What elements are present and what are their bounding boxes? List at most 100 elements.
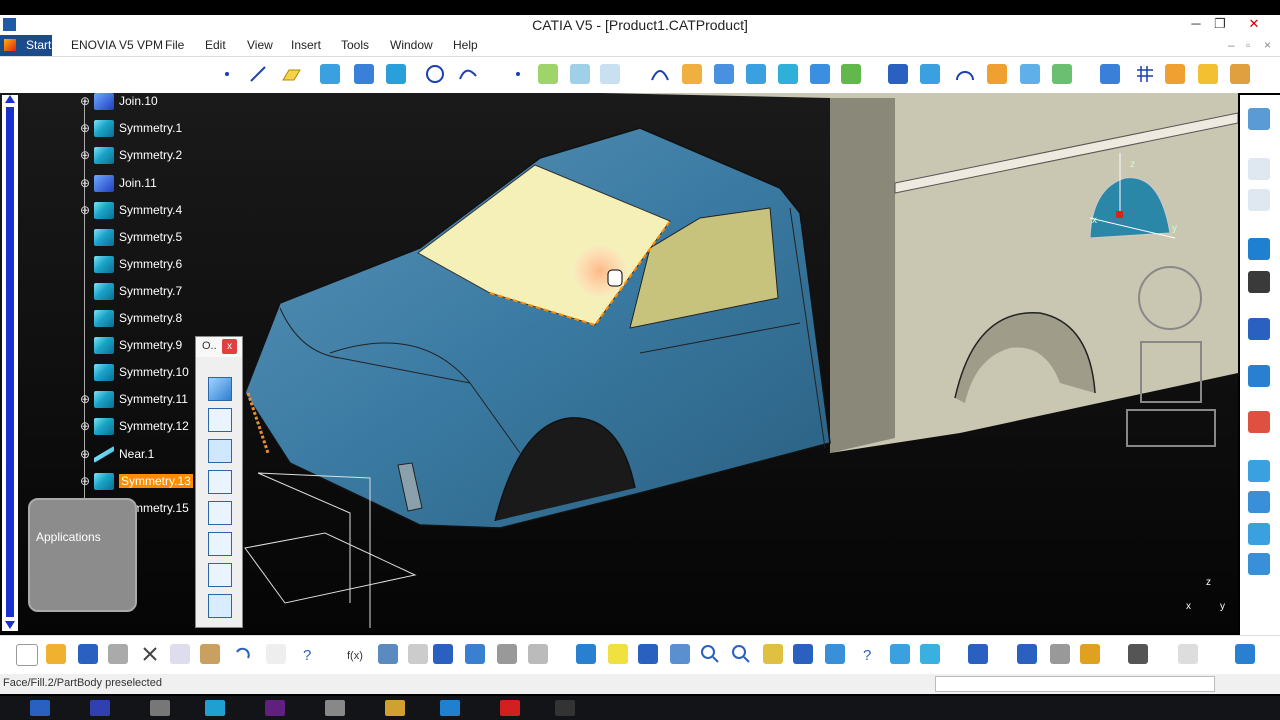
taskbar-app-icon[interactable] bbox=[325, 700, 345, 716]
line-icon[interactable] bbox=[248, 64, 268, 84]
redo-icon[interactable] bbox=[266, 644, 286, 664]
doc-restore-button[interactable]: ▫ bbox=[1246, 38, 1250, 52]
scaling-icon[interactable] bbox=[778, 64, 798, 84]
floating-toolbar-close-button[interactable]: x bbox=[222, 339, 237, 354]
undo-icon[interactable] bbox=[232, 644, 252, 664]
analysis-icon[interactable] bbox=[888, 64, 908, 84]
applications-panel[interactable] bbox=[28, 498, 137, 612]
affinity-icon[interactable] bbox=[810, 64, 830, 84]
bom-icon[interactable] bbox=[1080, 644, 1100, 664]
sweep-icon[interactable] bbox=[1248, 553, 1270, 575]
compass-tool-icon[interactable] bbox=[1248, 271, 1270, 293]
compass-widget[interactable]: z x y bbox=[1080, 153, 1190, 253]
plane-icon[interactable] bbox=[281, 64, 301, 84]
curve-icon[interactable] bbox=[650, 64, 670, 84]
3d-viewport[interactable]: z x y z x y bbox=[0, 93, 1238, 633]
expand-icon[interactable]: ⊕ bbox=[80, 95, 90, 107]
link-icon[interactable] bbox=[408, 644, 428, 664]
curvature-icon[interactable] bbox=[987, 64, 1007, 84]
revolve-icon[interactable] bbox=[354, 64, 374, 84]
constraint-icon[interactable] bbox=[1050, 644, 1070, 664]
hide-show-icon[interactable] bbox=[890, 644, 910, 664]
trim-icon[interactable] bbox=[600, 64, 620, 84]
design-table-icon[interactable] bbox=[465, 644, 485, 664]
zoom-control[interactable] bbox=[1140, 341, 1202, 403]
surface-icon[interactable] bbox=[1248, 460, 1270, 482]
restore-button[interactable]: ❐ bbox=[1207, 15, 1233, 35]
whats-this-icon[interactable]: ? bbox=[298, 644, 318, 664]
doc-minimize-button[interactable]: – bbox=[1228, 38, 1235, 52]
axis-system-icon[interactable] bbox=[528, 644, 548, 664]
comment-icon[interactable] bbox=[378, 644, 398, 664]
manipulate-icon[interactable] bbox=[968, 644, 988, 664]
lock-icon[interactable] bbox=[497, 644, 517, 664]
zoom-in-icon[interactable] bbox=[700, 644, 720, 664]
pan-control[interactable] bbox=[1126, 409, 1216, 447]
view-mode-icon[interactable]: ? bbox=[858, 644, 878, 664]
angle-icon[interactable] bbox=[1248, 365, 1270, 387]
menu-insert[interactable]: Insert bbox=[291, 38, 321, 52]
expand-icon[interactable]: ⊕ bbox=[80, 149, 90, 161]
multi-view-icon[interactable] bbox=[793, 644, 813, 664]
taskbar-app-icon[interactable] bbox=[265, 700, 285, 716]
catalog-icon[interactable] bbox=[1165, 64, 1185, 84]
grid-icon[interactable] bbox=[1135, 64, 1155, 84]
scroll-up-arrow-icon[interactable] bbox=[5, 95, 15, 103]
orbit-control[interactable] bbox=[1138, 266, 1202, 330]
fly-mode-icon[interactable] bbox=[576, 644, 596, 664]
menu-view[interactable]: View bbox=[247, 38, 273, 52]
named-views-icon[interactable] bbox=[208, 594, 232, 618]
settings-icon[interactable] bbox=[1248, 411, 1270, 433]
open-icon[interactable] bbox=[46, 644, 66, 664]
taskbar-app-icon[interactable] bbox=[555, 700, 575, 716]
expand-icon[interactable]: ⊕ bbox=[80, 475, 90, 487]
draft-analysis-icon[interactable] bbox=[1020, 64, 1040, 84]
top-view-icon[interactable] bbox=[208, 532, 232, 556]
iso-view-icon[interactable] bbox=[208, 377, 232, 401]
rotate-view-icon[interactable] bbox=[670, 644, 690, 664]
point-set-icon[interactable] bbox=[510, 64, 530, 84]
left-view-icon[interactable] bbox=[208, 470, 232, 494]
select-icon[interactable] bbox=[1248, 238, 1270, 260]
snap-icon[interactable] bbox=[1017, 644, 1037, 664]
menu-window[interactable]: Window bbox=[390, 38, 433, 52]
expand-icon[interactable]: ⊕ bbox=[80, 420, 90, 432]
cut-icon[interactable] bbox=[140, 644, 160, 664]
split-icon[interactable] bbox=[570, 64, 590, 84]
iso-view-tool-icon[interactable] bbox=[825, 644, 845, 664]
fill-icon[interactable] bbox=[1248, 491, 1270, 513]
doc-close-button[interactable]: × bbox=[1264, 38, 1271, 52]
swap-space-icon[interactable] bbox=[920, 644, 940, 664]
tree-scrollbar[interactable] bbox=[2, 95, 18, 631]
minimize-button[interactable]: ─ bbox=[1183, 15, 1209, 35]
update-icon[interactable] bbox=[1178, 644, 1198, 664]
taskbar-app-icon[interactable] bbox=[90, 700, 110, 716]
taskbar-app-icon[interactable] bbox=[500, 700, 520, 716]
boundary-icon[interactable] bbox=[1248, 158, 1270, 180]
command-input[interactable] bbox=[935, 676, 1215, 692]
expand-icon[interactable]: ⊕ bbox=[80, 393, 90, 405]
scroll-track[interactable] bbox=[6, 107, 14, 617]
knowledge-icon[interactable] bbox=[1198, 64, 1218, 84]
axis-to-axis-icon[interactable] bbox=[841, 64, 861, 84]
sketcher-icon[interactable] bbox=[1248, 108, 1270, 130]
floating-toolbar[interactable]: O.. x bbox=[195, 336, 243, 628]
right-view-icon[interactable] bbox=[208, 501, 232, 525]
connect-check-icon[interactable] bbox=[920, 64, 940, 84]
fit-all-icon[interactable] bbox=[608, 644, 628, 664]
expand-icon[interactable]: ⊕ bbox=[80, 177, 90, 189]
circle-icon[interactable] bbox=[425, 64, 445, 84]
porcupine-icon[interactable] bbox=[1052, 64, 1072, 84]
taskbar-app-icon[interactable] bbox=[385, 700, 405, 716]
copy-icon[interactable] bbox=[170, 644, 190, 664]
front-view-icon[interactable] bbox=[208, 408, 232, 432]
extrude-icon[interactable] bbox=[320, 64, 340, 84]
expand-icon[interactable]: ⊕ bbox=[80, 122, 90, 134]
print-icon[interactable] bbox=[108, 644, 128, 664]
taskbar-app-icon[interactable] bbox=[205, 700, 225, 716]
scroll-down-arrow-icon[interactable] bbox=[5, 621, 15, 629]
formula-icon[interactable]: f(x) bbox=[346, 644, 366, 664]
menu-edit[interactable]: Edit bbox=[205, 38, 226, 52]
work-on-support-icon[interactable] bbox=[1100, 64, 1120, 84]
zoom-out-icon[interactable] bbox=[731, 644, 751, 664]
